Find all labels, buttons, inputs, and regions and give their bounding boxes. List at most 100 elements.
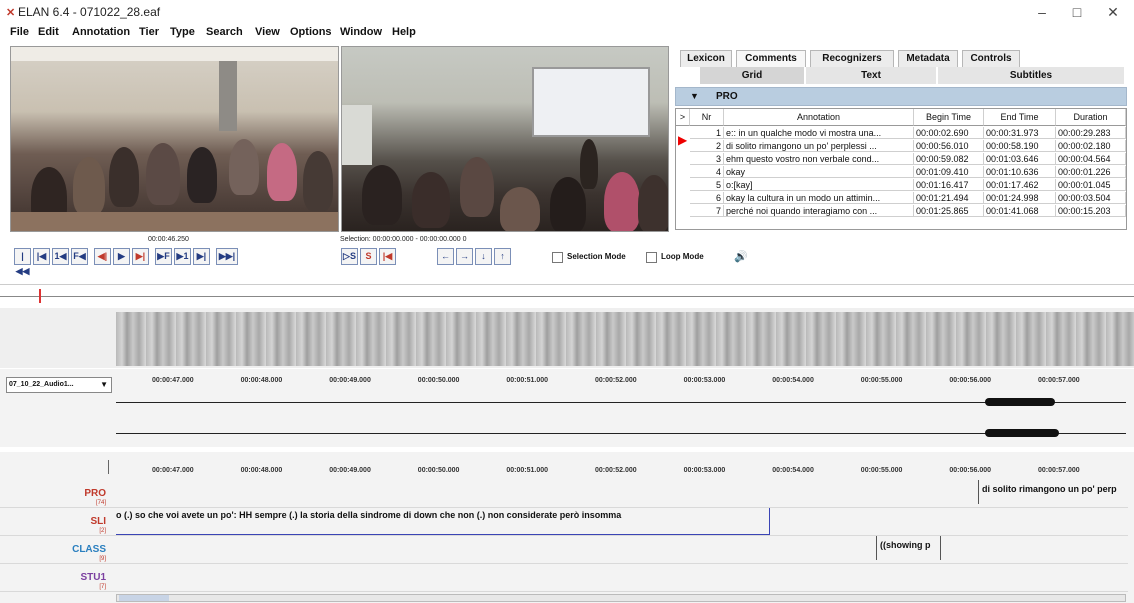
grid-header-begin[interactable]: Begin Time <box>914 109 984 126</box>
grid-cell-nr[interactable]: 6 <box>690 192 724 204</box>
annotation-grid[interactable]: > Nr Annotation Begin Time End Time Dura… <box>675 108 1127 230</box>
grid-cell-duration[interactable]: 00:00:29.283 <box>1056 127 1126 139</box>
clear-selection-button[interactable]: S <box>360 248 377 265</box>
waveform-viewer[interactable]: 07_10_22_Audio1... ▼ 00:00:47.000 00:00:4… <box>0 369 1134 447</box>
grid-cell-end[interactable]: 00:01:41.068 <box>984 205 1056 217</box>
selection-mode-checkbox[interactable] <box>552 252 563 263</box>
back-frame-button[interactable]: F◀ <box>71 248 88 265</box>
grid-cell-annotation[interactable]: okay la cultura in un modo un attimin... <box>724 192 914 204</box>
grid-cell-annotation[interactable]: o:[kay] <box>724 179 914 191</box>
selection-begin-button[interactable]: |◀ <box>379 248 396 265</box>
grid-cell-begin[interactable]: 00:01:21.494 <box>914 192 984 204</box>
grid-cell-begin[interactable]: 00:00:56.010 <box>914 140 984 152</box>
audio-track-select[interactable]: 07_10_22_Audio1... ▼ <box>6 377 112 393</box>
grid-cell-begin[interactable]: 00:01:16.417 <box>914 179 984 191</box>
loop-mode-checkbox[interactable] <box>646 252 657 263</box>
grid-cell-annotation[interactable]: di solito rimangono un po' perplessi ... <box>724 140 914 152</box>
video-player-1[interactable] <box>10 46 339 232</box>
menu-annotation[interactable]: Annotation <box>72 26 130 38</box>
grid-cell-nr[interactable]: 5 <box>690 179 724 191</box>
grid-header-duration[interactable]: Duration <box>1056 109 1126 126</box>
play-selection-button[interactable]: ▶| <box>132 248 149 265</box>
grid-cell-end[interactable]: 00:01:03.646 <box>984 153 1056 165</box>
horizontal-scrollbar[interactable] <box>116 594 1126 602</box>
menu-options[interactable]: Options <box>290 26 332 38</box>
grid-cell-duration[interactable]: 00:00:01.226 <box>1056 166 1126 178</box>
forward-frame-button[interactable]: ▶F <box>155 248 172 265</box>
minimize-button[interactable]: – <box>1025 2 1059 22</box>
grid-cell-annotation[interactable]: e:: in un qualche modo vi mostra una... <box>724 127 914 139</box>
grid-header-nr[interactable]: Nr <box>690 109 724 126</box>
timeline-viewer[interactable]: 00:00:47.000 00:00:48.000 00:00:49.000 00:0… <box>0 452 1134 603</box>
tab-comments[interactable]: Comments <box>736 50 806 67</box>
grid-cell-duration[interactable]: 00:00:15.203 <box>1056 205 1126 217</box>
menu-view[interactable]: View <box>255 26 280 38</box>
video-player-2[interactable] <box>341 46 669 232</box>
tier-label-pro[interactable]: PRO <box>84 488 106 499</box>
grid-cell-begin[interactable]: 00:01:25.865 <box>914 205 984 217</box>
crosshair-icon[interactable] <box>39 289 49 303</box>
tier-row-stu1[interactable]: STU1 [7] <box>0 564 1128 592</box>
tab-subtitles[interactable]: Subtitles <box>938 67 1124 84</box>
menu-search[interactable]: Search <box>206 26 243 38</box>
close-button[interactable]: ✕ <box>1096 2 1130 22</box>
previous-annotation-button[interactable]: ← <box>437 248 454 265</box>
grid-cell-end[interactable]: 00:01:17.462 <box>984 179 1056 191</box>
grid-cell-begin[interactable]: 00:00:59.082 <box>914 153 984 165</box>
annotation-class[interactable]: ((showing p <box>880 540 931 550</box>
tab-text[interactable]: Text <box>806 67 936 84</box>
go-to-end-button[interactable]: ▶▶| <box>216 248 238 265</box>
menu-edit[interactable]: Edit <box>38 26 59 38</box>
menu-help[interactable]: Help <box>392 26 416 38</box>
tier-selector[interactable]: ▼ PRO <box>675 87 1127 106</box>
tier-up-button[interactable]: ↑ <box>494 248 511 265</box>
forward-second-button[interactable]: ▶1 <box>174 248 191 265</box>
annotation-pro[interactable]: di solito rimangono un po' perp <box>982 484 1128 494</box>
go-to-begin-button[interactable]: |◀◀ <box>14 248 31 276</box>
play-button[interactable]: ▶ <box>113 248 130 265</box>
scrollbar-thumb[interactable] <box>119 595 169 601</box>
grid-cell-nr[interactable]: 3 <box>690 153 724 165</box>
tab-lexicon[interactable]: Lexicon <box>680 50 732 67</box>
grid-cell-duration[interactable]: 00:00:02.180 <box>1056 140 1126 152</box>
maximize-button[interactable]: □ <box>1060 2 1094 22</box>
tier-row-class[interactable]: CLASS [9] ((showing p <box>0 536 1128 564</box>
grid-cell-nr[interactable]: 2 <box>690 140 724 152</box>
annotation-sli[interactable]: o (.) so che voi avete un po': HH sempre… <box>116 510 621 520</box>
grid-cell-duration[interactable]: 00:00:04.564 <box>1056 153 1126 165</box>
tab-recognizers[interactable]: Recognizers <box>810 50 894 67</box>
grid-cell-nr[interactable]: 7 <box>690 205 724 217</box>
next-annotation-button[interactable]: → <box>456 248 473 265</box>
next-frame-button[interactable]: ▶| <box>193 248 210 265</box>
grid-cell-end[interactable]: 00:00:31.973 <box>984 127 1056 139</box>
grid-cell-annotation[interactable]: perché noi quando interagiamo con ... <box>724 205 914 217</box>
tier-label-stu1[interactable]: STU1 <box>80 572 106 583</box>
tab-controls[interactable]: Controls <box>962 50 1020 67</box>
play-around-selection-button[interactable]: ◀| <box>94 248 111 265</box>
grid-cell-end[interactable]: 00:00:58.190 <box>984 140 1056 152</box>
grid-cell-begin[interactable]: 00:00:02.690 <box>914 127 984 139</box>
back-second-button[interactable]: 1◀ <box>52 248 69 265</box>
tier-label-class[interactable]: CLASS <box>72 544 106 555</box>
grid-cell-begin[interactable]: 00:01:09.410 <box>914 166 984 178</box>
grid-cell-duration[interactable]: 00:00:01.045 <box>1056 179 1126 191</box>
tab-metadata[interactable]: Metadata <box>898 50 958 67</box>
tier-label-sli[interactable]: SLI <box>90 516 106 527</box>
tier-row-pro[interactable]: PRO [74] di solito rimangono un po' perp <box>0 480 1128 508</box>
menu-tier[interactable]: Tier <box>139 26 159 38</box>
tab-grid[interactable]: Grid <box>700 67 804 84</box>
grid-header-end[interactable]: End Time <box>984 109 1056 126</box>
volume-icon[interactable]: 🔊 <box>734 250 748 263</box>
grid-cell-duration[interactable]: 00:00:03.504 <box>1056 192 1126 204</box>
menu-type[interactable]: Type <box>170 26 195 38</box>
grid-cell-nr[interactable]: 4 <box>690 166 724 178</box>
grid-cell-annotation[interactable]: okay <box>724 166 914 178</box>
menu-file[interactable]: File <box>10 26 29 38</box>
menu-window[interactable]: Window <box>340 26 382 38</box>
grid-cell-nr[interactable]: 1 <box>690 127 724 139</box>
grid-cell-end[interactable]: 00:01:10.636 <box>984 166 1056 178</box>
tier-row-sli[interactable]: SLI [2] o (.) so che voi avete un po': H… <box>0 508 1128 536</box>
tier-down-button[interactable]: ↓ <box>475 248 492 265</box>
grid-cell-end[interactable]: 00:01:24.998 <box>984 192 1056 204</box>
selection-play-button[interactable]: ▷S <box>341 248 358 265</box>
